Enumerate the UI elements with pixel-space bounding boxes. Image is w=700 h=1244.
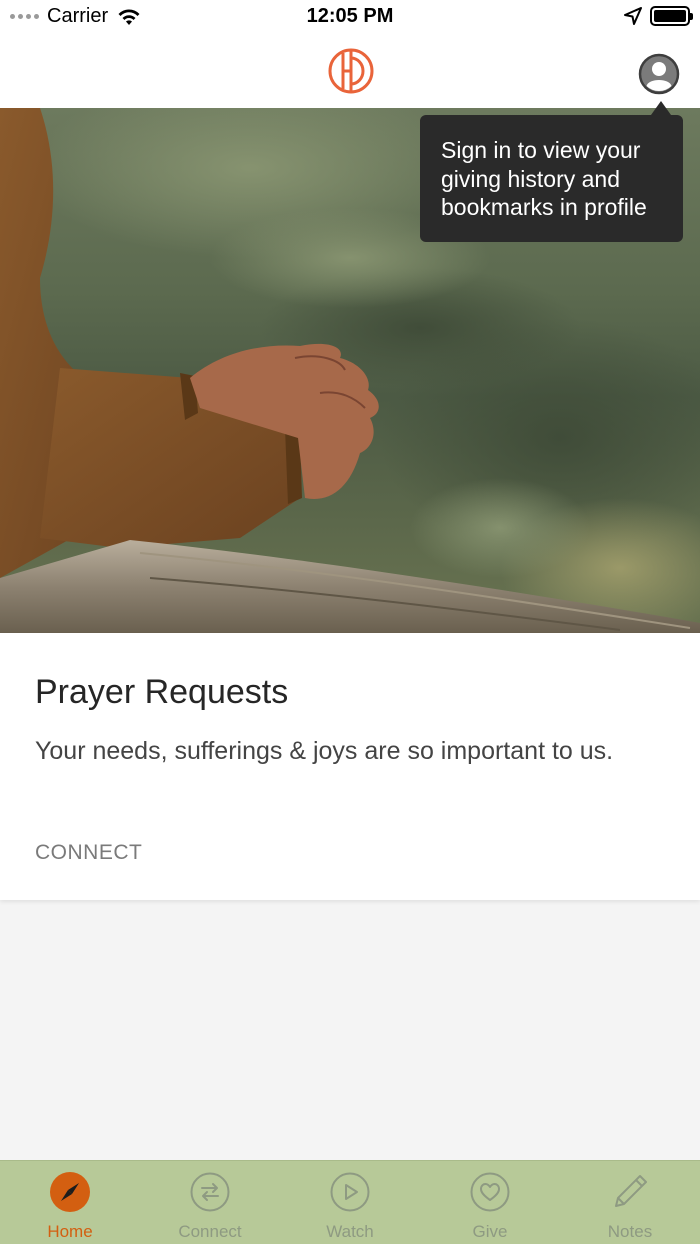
pencil-icon [615, 1175, 647, 1207]
tab-label-connect: Connect [178, 1222, 242, 1241]
card-category: CONNECT [35, 841, 143, 864]
heart-icon [470, 1172, 510, 1212]
card-title: Prayer Requests [35, 673, 289, 711]
card-summary: Your needs, sufferings & joys are so imp… [35, 737, 614, 765]
tab-notes[interactable]: Notes [560, 1161, 700, 1244]
church-logo-icon[interactable] [327, 46, 375, 96]
compass-icon [50, 1172, 90, 1212]
tab-label-home: Home [47, 1222, 93, 1241]
tab-label-give: Give [472, 1222, 508, 1241]
app-header [0, 34, 700, 108]
tab-label-watch: Watch [326, 1222, 374, 1241]
battery-icon [650, 6, 693, 26]
user-profile-icon[interactable] [638, 53, 680, 95]
status-time: 12:05 PM [306, 5, 394, 27]
content-card[interactable]: Prayer Requests Your needs, sufferings &… [0, 633, 700, 900]
tab-home[interactable]: Home [0, 1161, 140, 1244]
tab-connect[interactable]: Connect [140, 1161, 280, 1244]
sign-in-tooltip[interactable]: Sign in to view your giving history and … [420, 115, 683, 242]
tab-label-notes: Notes [607, 1222, 653, 1241]
connect-arrows-icon [190, 1172, 230, 1212]
status-right [624, 6, 693, 26]
play-icon [330, 1172, 370, 1212]
tab-bar: Home Connect Watch Give Notes [0, 1160, 700, 1244]
location-arrow-icon [624, 7, 642, 25]
tab-watch[interactable]: Watch [280, 1161, 420, 1244]
tab-give[interactable]: Give [420, 1161, 560, 1244]
status-bar: Carrier 12:05 PM [0, 0, 700, 34]
tooltip-arrow [651, 101, 671, 115]
